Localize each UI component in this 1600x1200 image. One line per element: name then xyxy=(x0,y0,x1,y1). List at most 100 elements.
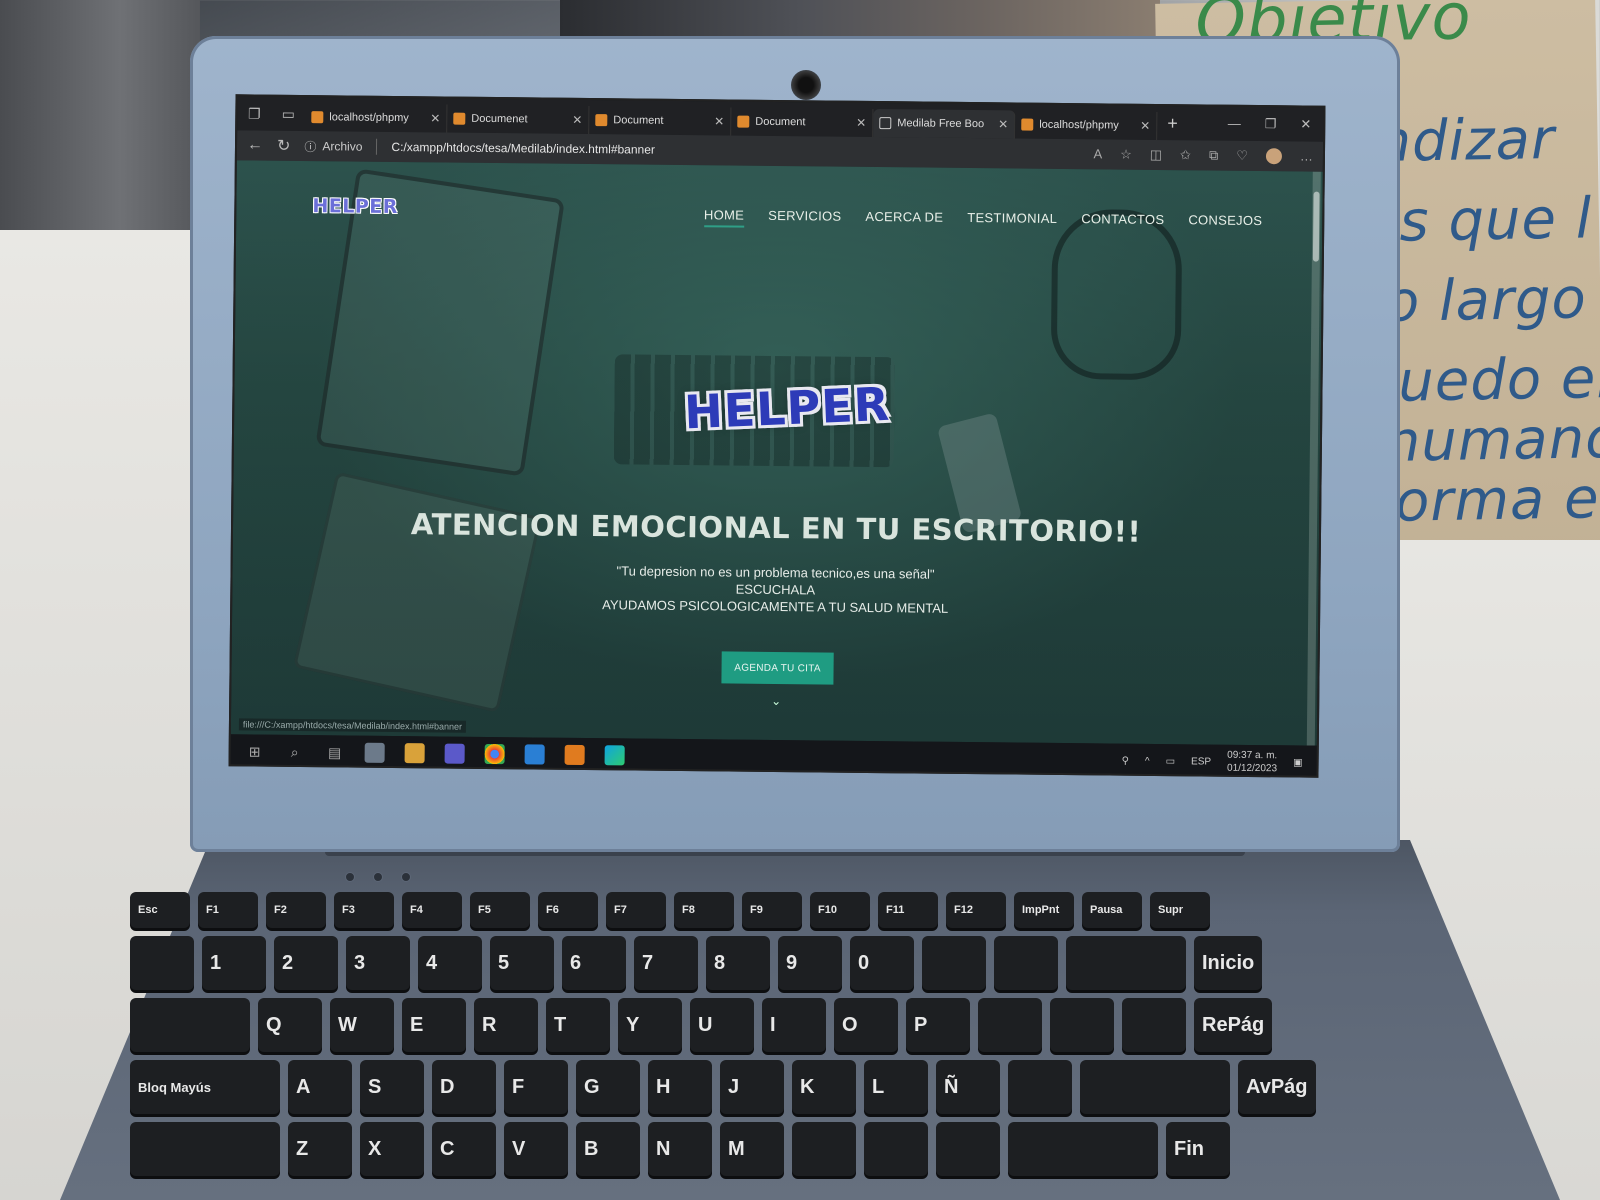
scrollbar-thumb[interactable] xyxy=(1312,191,1320,262)
key[interactable] xyxy=(978,998,1042,1052)
key[interactable]: F1 xyxy=(198,892,258,928)
nav-servicios[interactable]: SERVICIOS xyxy=(768,208,841,229)
browser-tab[interactable]: Document ✕ xyxy=(731,107,874,137)
url-field[interactable]: C:/xampp/htdocs/tesa/Medilab/index.html#… xyxy=(391,140,655,157)
key[interactable] xyxy=(922,936,986,990)
browser-tab[interactable]: Document ✕ xyxy=(589,106,732,136)
key[interactable]: 5 xyxy=(490,936,554,990)
key[interactable]: 4 xyxy=(418,936,482,990)
key[interactable]: Fin xyxy=(1166,1122,1230,1176)
key[interactable]: K xyxy=(792,1060,856,1114)
key[interactable]: Inicio xyxy=(1194,936,1263,990)
key[interactable]: A xyxy=(288,1060,352,1114)
key[interactable]: H xyxy=(648,1060,712,1114)
key[interactable] xyxy=(1008,1060,1072,1114)
key[interactable]: B xyxy=(576,1122,640,1176)
scrollbar[interactable] xyxy=(1306,171,1321,746)
xampp-icon[interactable] xyxy=(564,744,585,766)
key[interactable]: ImpPnt xyxy=(1014,892,1074,928)
key[interactable]: F3 xyxy=(334,892,394,928)
task-view-icon[interactable]: ▤ xyxy=(325,742,345,762)
key[interactable]: Esc xyxy=(130,892,190,928)
close-icon[interactable]: ✕ xyxy=(856,116,866,130)
back-arrow-icon[interactable]: ← xyxy=(247,136,263,154)
caps-lock-key[interactable]: Bloq Mayús xyxy=(130,1060,280,1114)
key[interactable]: P xyxy=(906,998,970,1052)
key[interactable] xyxy=(994,936,1058,990)
extensions-icon[interactable]: ♡ xyxy=(1236,148,1248,164)
restore-icon[interactable]: ❐ xyxy=(1265,116,1277,132)
site-logo[interactable]: HELPER xyxy=(312,195,398,218)
key[interactable]: 1 xyxy=(202,936,266,990)
chevron-up-icon[interactable]: ^ xyxy=(1145,755,1150,766)
key[interactable] xyxy=(792,1122,856,1176)
more-menu-icon[interactable]: … xyxy=(1300,148,1313,164)
chrome-icon[interactable] xyxy=(484,743,505,765)
key[interactable]: T xyxy=(546,998,610,1052)
people-icon[interactable]: ⚲ xyxy=(1122,755,1129,766)
key[interactable]: W xyxy=(330,998,394,1052)
nav-consejos[interactable]: CONSEJOS xyxy=(1188,212,1262,233)
key[interactable] xyxy=(1050,998,1114,1052)
language-indicator[interactable]: ESP xyxy=(1191,756,1211,767)
key[interactable]: F xyxy=(504,1060,568,1114)
key[interactable]: 0 xyxy=(850,936,914,990)
key[interactable]: Ñ xyxy=(936,1060,1000,1114)
key[interactable]: 3 xyxy=(346,936,410,990)
key[interactable]: S xyxy=(360,1060,424,1114)
notification-icon[interactable]: ▣ xyxy=(1293,757,1303,768)
favorite-star-icon[interactable]: ☆ xyxy=(1120,147,1132,163)
collections-icon[interactable]: ⧉ xyxy=(1209,148,1218,164)
nav-home[interactable]: HOME xyxy=(703,207,745,228)
nav-acerca-de[interactable]: ACERCA DE xyxy=(865,209,943,230)
refresh-icon[interactable]: ↻ xyxy=(277,136,291,156)
read-aloud-icon[interactable]: A xyxy=(1093,146,1102,162)
site-info[interactable]: ⓘ Archivo xyxy=(304,138,362,156)
key[interactable]: 7 xyxy=(634,936,698,990)
key[interactable] xyxy=(936,1122,1000,1176)
backspace-key[interactable] xyxy=(1066,936,1186,990)
key[interactable]: 2 xyxy=(274,936,338,990)
key[interactable]: F2 xyxy=(266,892,326,928)
file-explorer-icon[interactable] xyxy=(404,743,425,764)
close-icon[interactable]: ✕ xyxy=(714,114,724,128)
key[interactable]: V xyxy=(504,1122,568,1176)
vscode-icon[interactable] xyxy=(524,744,545,765)
key[interactable]: F5 xyxy=(470,892,530,928)
nav-contactos[interactable]: CONTACTOS xyxy=(1081,211,1164,232)
key[interactable]: R xyxy=(474,998,538,1052)
key[interactable] xyxy=(130,936,194,990)
key[interactable]: X xyxy=(360,1122,424,1176)
edge-icon[interactable] xyxy=(604,745,625,766)
agenda-cita-button[interactable]: AGENDA TU CITA xyxy=(721,651,834,685)
key[interactable]: F4 xyxy=(402,892,462,928)
key[interactable]: 9 xyxy=(778,936,842,990)
key[interactable]: 6 xyxy=(562,936,626,990)
key[interactable] xyxy=(864,1122,928,1176)
key[interactable]: J xyxy=(720,1060,784,1114)
search-icon[interactable]: ⌕ xyxy=(285,742,305,762)
key[interactable]: Q xyxy=(258,998,322,1052)
key[interactable]: 8 xyxy=(706,936,770,990)
close-icon[interactable]: ✕ xyxy=(572,113,582,127)
tab-actions-icon[interactable]: ▭ xyxy=(271,97,305,131)
battery-icon[interactable]: ▭ xyxy=(1166,756,1176,767)
browser-tab[interactable]: Documenet ✕ xyxy=(447,104,590,135)
key[interactable]: AvPág xyxy=(1238,1060,1316,1114)
key[interactable]: G xyxy=(576,1060,640,1114)
split-screen-icon[interactable]: ◫ xyxy=(1150,147,1162,163)
key[interactable]: D xyxy=(432,1060,496,1114)
key[interactable]: F8 xyxy=(674,892,734,928)
clock[interactable]: 09:37 a. m. 01/12/2023 xyxy=(1227,749,1277,776)
key[interactable]: O xyxy=(834,998,898,1052)
key[interactable]: Y xyxy=(618,998,682,1052)
key[interactable]: F6 xyxy=(538,892,598,928)
scroll-down-icon[interactable]: ⌄ xyxy=(771,694,781,708)
shift-key[interactable] xyxy=(1008,1122,1158,1176)
tab-key[interactable] xyxy=(130,998,250,1052)
key[interactable]: I xyxy=(762,998,826,1052)
key[interactable] xyxy=(1122,998,1186,1052)
key[interactable]: U xyxy=(690,998,754,1052)
key[interactable]: E xyxy=(402,998,466,1052)
nav-testimonial[interactable]: TESTIMONIAL xyxy=(967,210,1057,231)
